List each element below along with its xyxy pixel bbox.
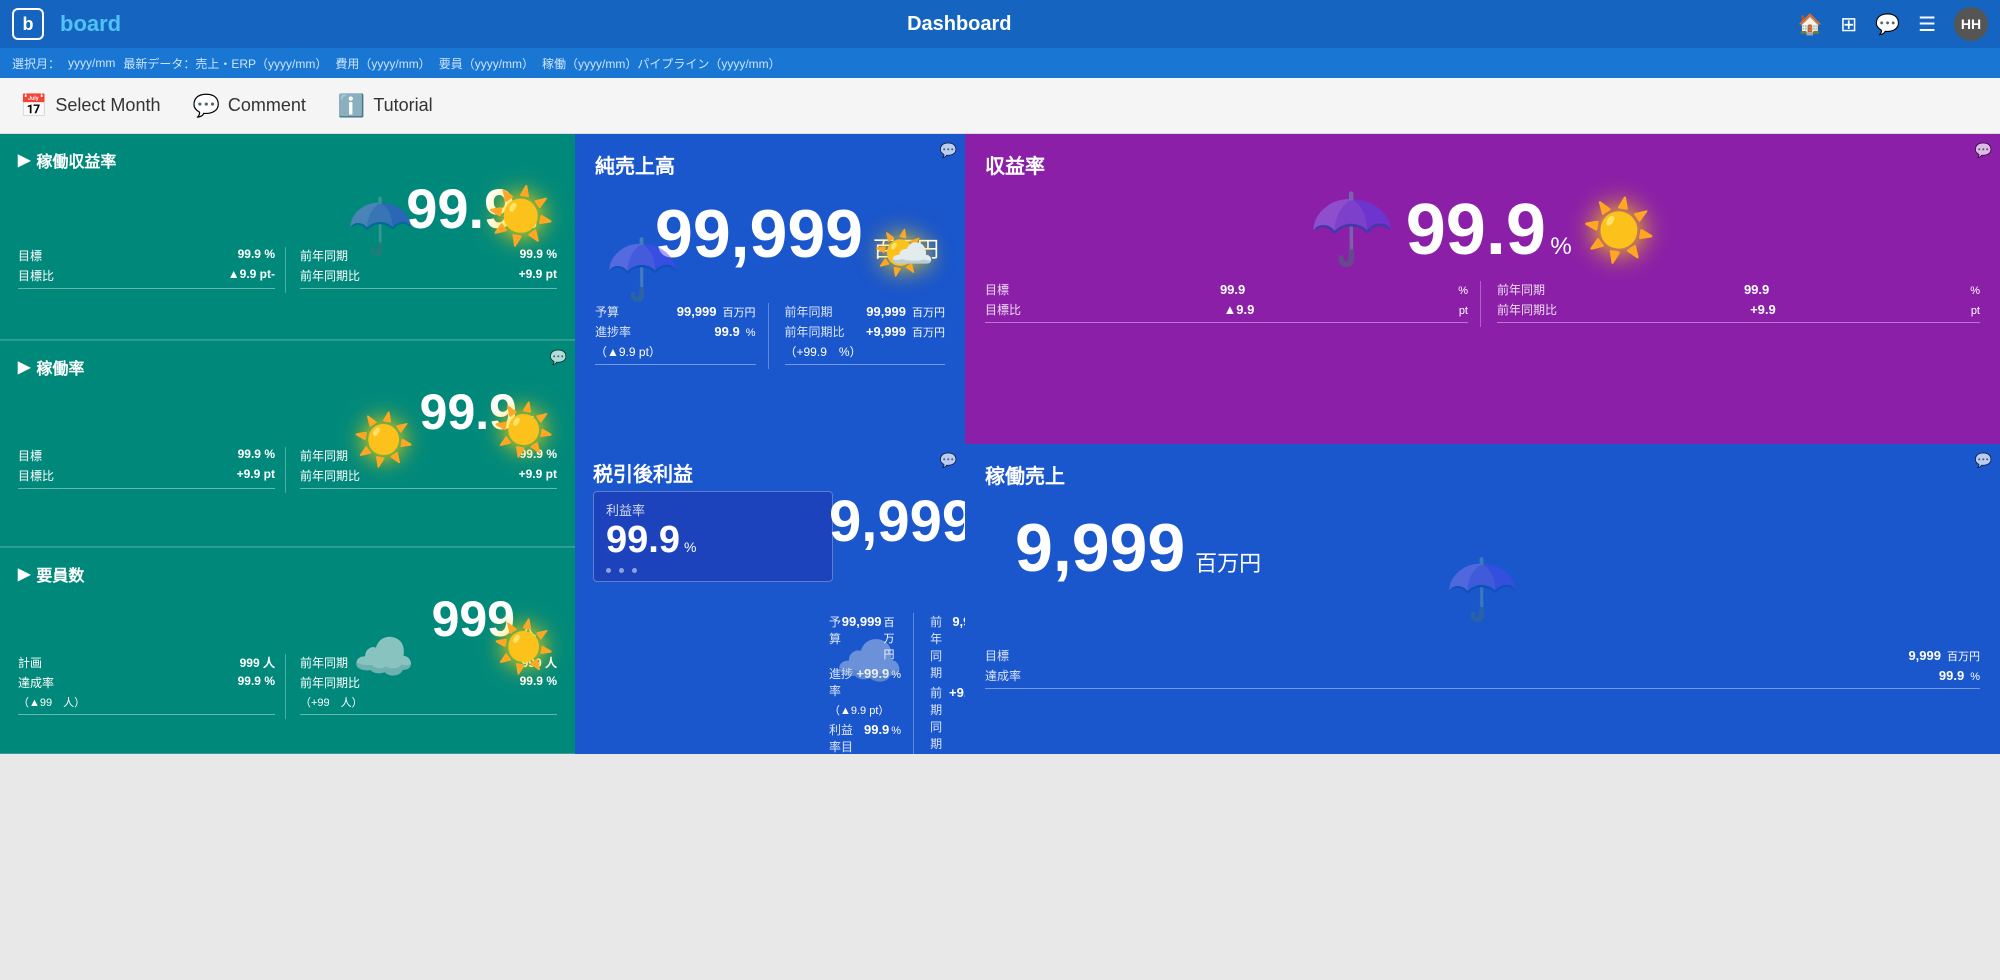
- tutorial-button[interactable]: ℹ️ Tutorial: [338, 93, 433, 119]
- select-month-label: 選択月：: [12, 55, 60, 72]
- page-title: Dashboard: [137, 13, 1781, 36]
- net-sales-left-stats: 予算 99,999 百万円 進捗率 99.9 % （▲9.9 pt）: [595, 303, 769, 369]
- net-sales-right-stats: 前年同期 99,999 百万円 前年同期比 +9,999 百万円 （+99.9 …: [769, 303, 946, 369]
- operating-rate-title-row: ▶ 稼働率: [18, 355, 557, 379]
- chat-icon[interactable]: 💬: [1875, 12, 1900, 37]
- umbrella-icon-profit: ☂️: [1309, 189, 1396, 271]
- dashboard-grid: 💬 純売上高 99,999 百万円 ☂️ 🌤️ 予算 99,999 百万円 進捗…: [0, 134, 2000, 980]
- profit-rate-box: 利益率 99.9 %: [593, 491, 833, 582]
- sun-icon-net-sales: 🌤️: [873, 224, 935, 283]
- tutorial-label: Tutorial: [373, 95, 432, 116]
- umbrella-icon-op-sales: ☂️: [1445, 554, 1520, 625]
- toolbar: 📅 Select Month 💬 Comment ℹ️ Tutorial: [0, 78, 2000, 134]
- comment-button[interactable]: 💬 Comment: [192, 93, 305, 119]
- logo-b: b: [12, 8, 44, 40]
- select-month-label: Select Month: [55, 95, 160, 116]
- after-tax-profit-card: 税引後利益 利益率 99.9 %: [575, 444, 965, 754]
- card-comment-op-sales[interactable]: 💬: [1975, 452, 1992, 469]
- calendar-icon: 📅: [20, 93, 47, 119]
- net-sales-budget-value: 99,999: [677, 304, 717, 319]
- headcount-left: 計画 999 人 達成率 99.9 % （▲99: [18, 654, 286, 719]
- card-comment-icon-op-rate[interactable]: 💬: [550, 349, 567, 366]
- operating-sales-value: 9,999: [1015, 509, 1185, 587]
- card-comment-icon[interactable]: 💬: [940, 142, 957, 159]
- pipeline-data: 稼働（yyyy/mm）パイプライン（yyyy/mm）: [542, 55, 781, 72]
- operating-profit-rate-title-row: ▶ 稼働収益率: [18, 148, 557, 172]
- after-tax-profit-value: 9,999: [829, 488, 965, 555]
- op-profit-left: 目標 99.9 % 目標比 ▲9.9 pt-: [18, 247, 286, 293]
- latest-data: 最新データ：売上・ERP（yyyy/mm）: [123, 55, 327, 72]
- cost-data: 費用（yyyy/mm）: [335, 55, 430, 72]
- profit-rate-value: 99.9: [1406, 190, 1546, 270]
- operating-rate-title: 稼働率: [36, 355, 84, 379]
- info-icon: ℹ️: [338, 93, 365, 119]
- card-comment-icon-profit[interactable]: 💬: [1975, 142, 1992, 159]
- operating-profit-rate-section: ▶ 稼働収益率 99.9 % ☂️ ☀️ 目標 99.9 %: [0, 134, 575, 340]
- comment-icon: 💬: [192, 93, 219, 119]
- grid-icon[interactable]: ⊞: [1840, 12, 1857, 37]
- nav-right-icons: 🏠 ⊞ 💬 ☰ HH: [1797, 7, 1988, 41]
- profit-rate-card: 💬 収益率 ☂️ 99.9 % ☀️ 目標 99.9 % 目標比 ▲9.9 pt: [965, 134, 2000, 444]
- profit-rate-title: 収益率: [985, 150, 1980, 179]
- operating-sales-unit: 百万円: [1195, 546, 1261, 578]
- operating-sales-title: 稼働売上: [985, 460, 1980, 489]
- sun-icon-op-rate-right: ☀️: [493, 401, 555, 460]
- profit-rate-unit: %: [1550, 233, 1571, 260]
- headcount-title: 要員数: [36, 562, 84, 586]
- net-sales-progress-value: 99.9: [714, 324, 739, 339]
- avatar[interactable]: HH: [1954, 7, 1988, 41]
- top-navigation: b board Dashboard 🏠 ⊞ 💬 ☰ HH: [0, 0, 2000, 48]
- profit-rate-right-stats: 前年同期 99.9 % 前年同期比 +9.9 pt: [1481, 281, 1980, 327]
- headcount-section: ▶ 要員数 999 人 ☁️ ☀️ 計画 999 人: [0, 547, 575, 754]
- info-bar: 選択月： yyyy/mm 最新データ：売上・ERP（yyyy/mm） 費用（yy…: [0, 48, 2000, 78]
- umbrella-icon-net-sales: ☂️: [605, 234, 680, 305]
- card-comment-profit[interactable]: 💬: [940, 452, 957, 469]
- after-tax-profit-title: 税引後利益: [593, 458, 813, 487]
- net-sales-diff: （▲9.9 pt）: [595, 343, 661, 360]
- operating-profit-rate-title: 稼働収益率: [36, 148, 116, 172]
- select-month-value: yyyy/mm: [68, 56, 115, 70]
- headcount-title-row: ▶ 要員数: [18, 562, 557, 586]
- profit-right-stats: 前年同期 9,999 百万円 前期同期比 +9,999 百万円 （+9.9%）: [914, 613, 965, 754]
- sun-icon-profit: ☀️: [1582, 195, 1657, 266]
- net-sales-title: 純売上高: [595, 150, 945, 179]
- sun-icon-op-rate-left: ☀️: [353, 411, 415, 470]
- op-profit-right: 前年同期 99.9 % 前年同期比 +9.9 pt: [286, 247, 557, 293]
- right-panel: ▶ 稼働収益率 99.9 % ☂️ ☀️ 目標 99.9 %: [0, 134, 575, 754]
- sun-icon-headcount: ☀️: [493, 618, 555, 677]
- umbrella-icon-op-profit: ☂️: [347, 194, 415, 259]
- operating-sales-card: 💬 稼働売上 9,999 百万円 ☂️ 目標 9,999 百万円 達成率 99.…: [965, 444, 2000, 754]
- comment-label: Comment: [228, 95, 306, 116]
- cloud-icon-profit: ☁️: [835, 629, 903, 694]
- select-month-button[interactable]: 📅 Select Month: [20, 93, 160, 119]
- profit-rate-left-stats: 目標 99.9 % 目標比 ▲9.9 pt: [985, 281, 1481, 327]
- sun-icon-op-profit: ☀️: [487, 184, 555, 249]
- members-data: 要員（yyyy/mm）: [439, 55, 534, 72]
- net-sales-value: 99,999: [655, 195, 863, 273]
- brand-name: board: [60, 11, 121, 37]
- net-sales-card: 💬 純売上高 99,999 百万円 ☂️ 🌤️ 予算 99,999 百万円 進捗…: [575, 134, 965, 444]
- cloud-icon-headcount: ☁️: [353, 628, 415, 687]
- menu-icon[interactable]: ☰: [1918, 12, 1936, 37]
- op-rate-left: 目標 99.9 % 目標比 +9.9 pt: [18, 447, 286, 493]
- home-icon[interactable]: 🏠: [1797, 12, 1822, 37]
- operating-rate-section: ▶ 稼働率 💬 99.9 % ☀️ ☀️ 目標 99.9 %: [0, 340, 575, 547]
